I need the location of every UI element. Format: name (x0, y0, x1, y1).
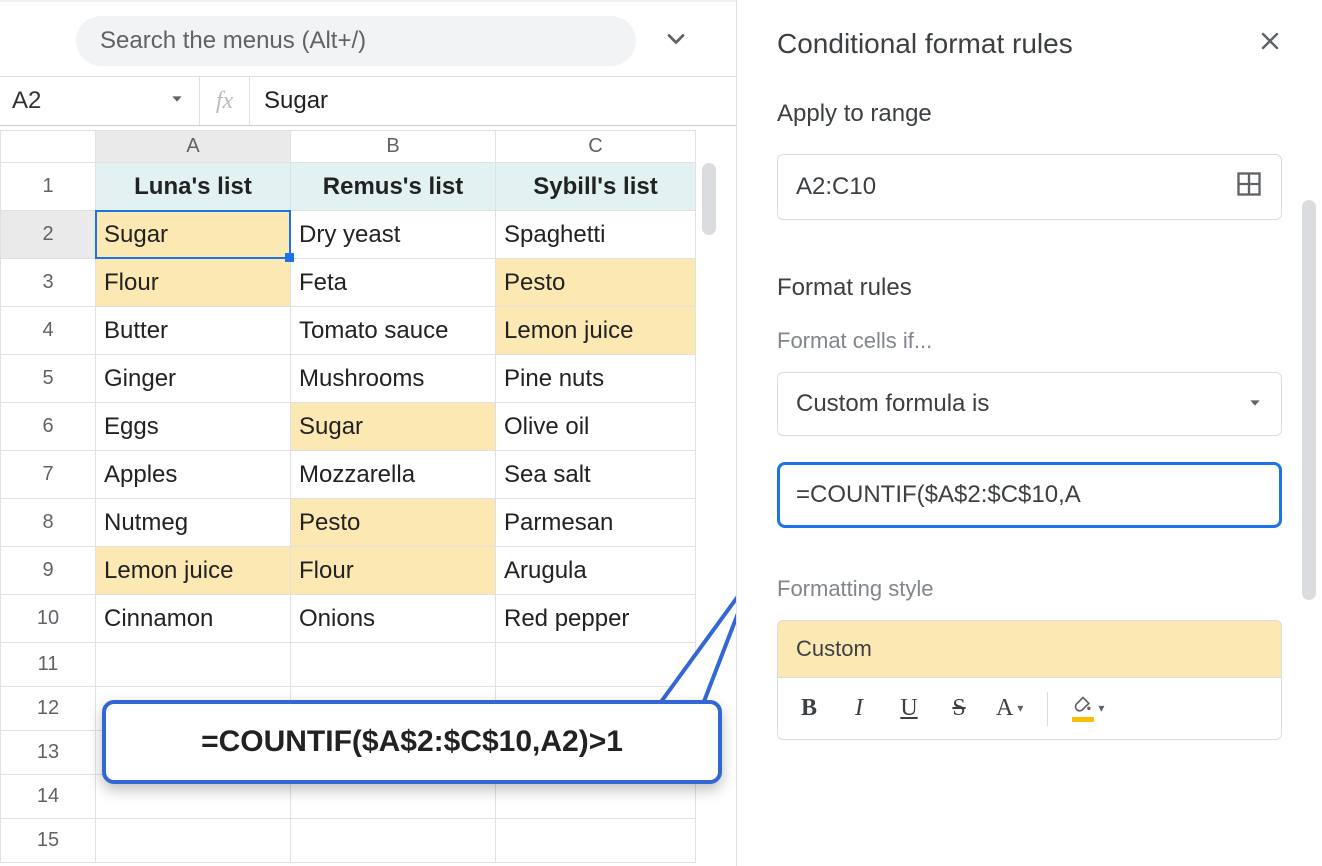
condition-select[interactable]: Custom formula is (777, 372, 1282, 436)
cell-A2[interactable]: Sugar (96, 211, 291, 259)
sheet-scrollbar[interactable] (702, 163, 716, 235)
row-header-8[interactable]: 8 (1, 499, 96, 547)
cell-C5[interactable]: Pine nuts (496, 355, 696, 403)
cell-A5[interactable]: Ginger (96, 355, 291, 403)
cell-B9[interactable]: Flour (291, 547, 496, 595)
column-header-A[interactable]: A (96, 131, 291, 163)
row-header-10[interactable]: 10 (1, 595, 96, 643)
row-header-4[interactable]: 4 (1, 307, 96, 355)
row-header-9[interactable]: 9 (1, 547, 96, 595)
cell-B11[interactable] (291, 643, 496, 687)
row-header-15[interactable]: 15 (1, 819, 96, 863)
cell-C6[interactable]: Olive oil (496, 403, 696, 451)
conditional-format-panel: Conditional format rules Apply to range … (736, 0, 1322, 866)
cell-A6[interactable]: Eggs (96, 403, 291, 451)
cell-A7[interactable]: Apples (96, 451, 291, 499)
row-header-7[interactable]: 7 (1, 451, 96, 499)
cell-A8[interactable]: Nutmeg (96, 499, 291, 547)
caret-down-icon (1247, 390, 1263, 418)
column-header-C[interactable]: C (496, 131, 696, 163)
custom-formula-value: =COUNTIF($A$2:$C$10,A (796, 481, 1081, 509)
cell-C4[interactable]: Lemon juice (496, 307, 696, 355)
range-input-value: A2:C10 (796, 173, 876, 201)
menu-search-input[interactable]: Search the menus (Alt+/) (76, 16, 636, 66)
format-cells-if-label: Format cells if... (777, 328, 1282, 354)
fill-color-button[interactable]: ▾ (1072, 695, 1104, 722)
menu-search-placeholder: Search the menus (Alt+/) (100, 27, 366, 55)
cell-C15[interactable] (496, 819, 696, 863)
fill-color-icon (1072, 695, 1094, 715)
style-toolbar: B I U S A ▾ ▾ (777, 678, 1282, 740)
chevron-down-icon[interactable] (662, 25, 690, 58)
cell-B6[interactable]: Sugar (291, 403, 496, 451)
cell-B1[interactable]: Remus's list (291, 163, 496, 211)
close-icon[interactable] (1258, 29, 1282, 60)
text-color-button[interactable]: A ▾ (996, 695, 1023, 722)
cell-B2[interactable]: Dry yeast (291, 211, 496, 259)
bold-button[interactable]: B (796, 695, 822, 722)
cell-A10[interactable]: Cinnamon (96, 595, 291, 643)
range-input[interactable]: A2:C10 (777, 154, 1282, 220)
row-header-14[interactable]: 14 (1, 775, 96, 819)
select-all-corner[interactable] (1, 131, 96, 163)
row-header-6[interactable]: 6 (1, 403, 96, 451)
cell-C1[interactable]: Sybill's list (496, 163, 696, 211)
cell-C11[interactable] (496, 643, 696, 687)
condition-select-value: Custom formula is (796, 390, 989, 418)
row-header-2[interactable]: 2 (1, 211, 96, 259)
custom-formula-input[interactable]: =COUNTIF($A$2:$C$10,A (777, 462, 1282, 528)
cell-B7[interactable]: Mozzarella (291, 451, 496, 499)
panel-title: Conditional format rules (777, 28, 1073, 60)
style-preview[interactable]: Custom (777, 620, 1282, 678)
cell-A1[interactable]: Luna's list (96, 163, 291, 211)
formula-bar-value: Sugar (264, 87, 328, 114)
selection-handle[interactable] (285, 253, 294, 262)
formula-callout-text: =COUNTIF($A$2:$C$10,A2)>1 (201, 725, 623, 759)
cell-A11[interactable] (96, 643, 291, 687)
cell-C2[interactable]: Spaghetti (496, 211, 696, 259)
row-header-12[interactable]: 12 (1, 687, 96, 731)
strike-button[interactable]: S (946, 695, 972, 722)
cell-C9[interactable]: Arugula (496, 547, 696, 595)
cell-A15[interactable] (96, 819, 291, 863)
cell-A3[interactable]: Flour (96, 259, 291, 307)
cell-C7[interactable]: Sea salt (496, 451, 696, 499)
formula-bar[interactable]: Sugar (250, 87, 328, 115)
underline-button[interactable]: U (896, 695, 922, 722)
caret-down-icon: ▾ (1017, 701, 1023, 716)
toolbar-divider (1047, 692, 1048, 726)
row-header-5[interactable]: 5 (1, 355, 96, 403)
column-header-B[interactable]: B (291, 131, 496, 163)
cell-B3[interactable]: Feta (291, 259, 496, 307)
apply-to-range-label: Apply to range (777, 100, 1282, 128)
fx-icon: fx (200, 77, 250, 125)
style-preview-text: Custom (796, 636, 872, 662)
row-header-3[interactable]: 3 (1, 259, 96, 307)
cell-B4[interactable]: Tomato sauce (291, 307, 496, 355)
grid-range-icon[interactable] (1235, 170, 1263, 205)
italic-button[interactable]: I (846, 695, 872, 722)
cell-C3[interactable]: Pesto (496, 259, 696, 307)
cell-B15[interactable] (291, 819, 496, 863)
name-box-value: A2 (12, 87, 41, 115)
row-header-1[interactable]: 1 (1, 163, 96, 211)
cell-B10[interactable]: Onions (291, 595, 496, 643)
caret-down-icon: ▾ (1098, 701, 1104, 716)
caret-down-icon (169, 91, 185, 112)
cell-A9[interactable]: Lemon juice (96, 547, 291, 595)
cell-B5[interactable]: Mushrooms (291, 355, 496, 403)
cell-C8[interactable]: Parmesan (496, 499, 696, 547)
cell-B8[interactable]: Pesto (291, 499, 496, 547)
formula-callout: =COUNTIF($A$2:$C$10,A2)>1 (102, 700, 722, 784)
cell-A4[interactable]: Butter (96, 307, 291, 355)
row-header-13[interactable]: 13 (1, 731, 96, 775)
format-rules-label: Format rules (777, 274, 1282, 302)
formatting-style-label: Formatting style (777, 576, 1282, 602)
name-box[interactable]: A2 (0, 77, 200, 125)
row-header-11[interactable]: 11 (1, 643, 96, 687)
cell-C10[interactable]: Red pepper (496, 595, 696, 643)
panel-scrollbar[interactable] (1302, 200, 1316, 600)
